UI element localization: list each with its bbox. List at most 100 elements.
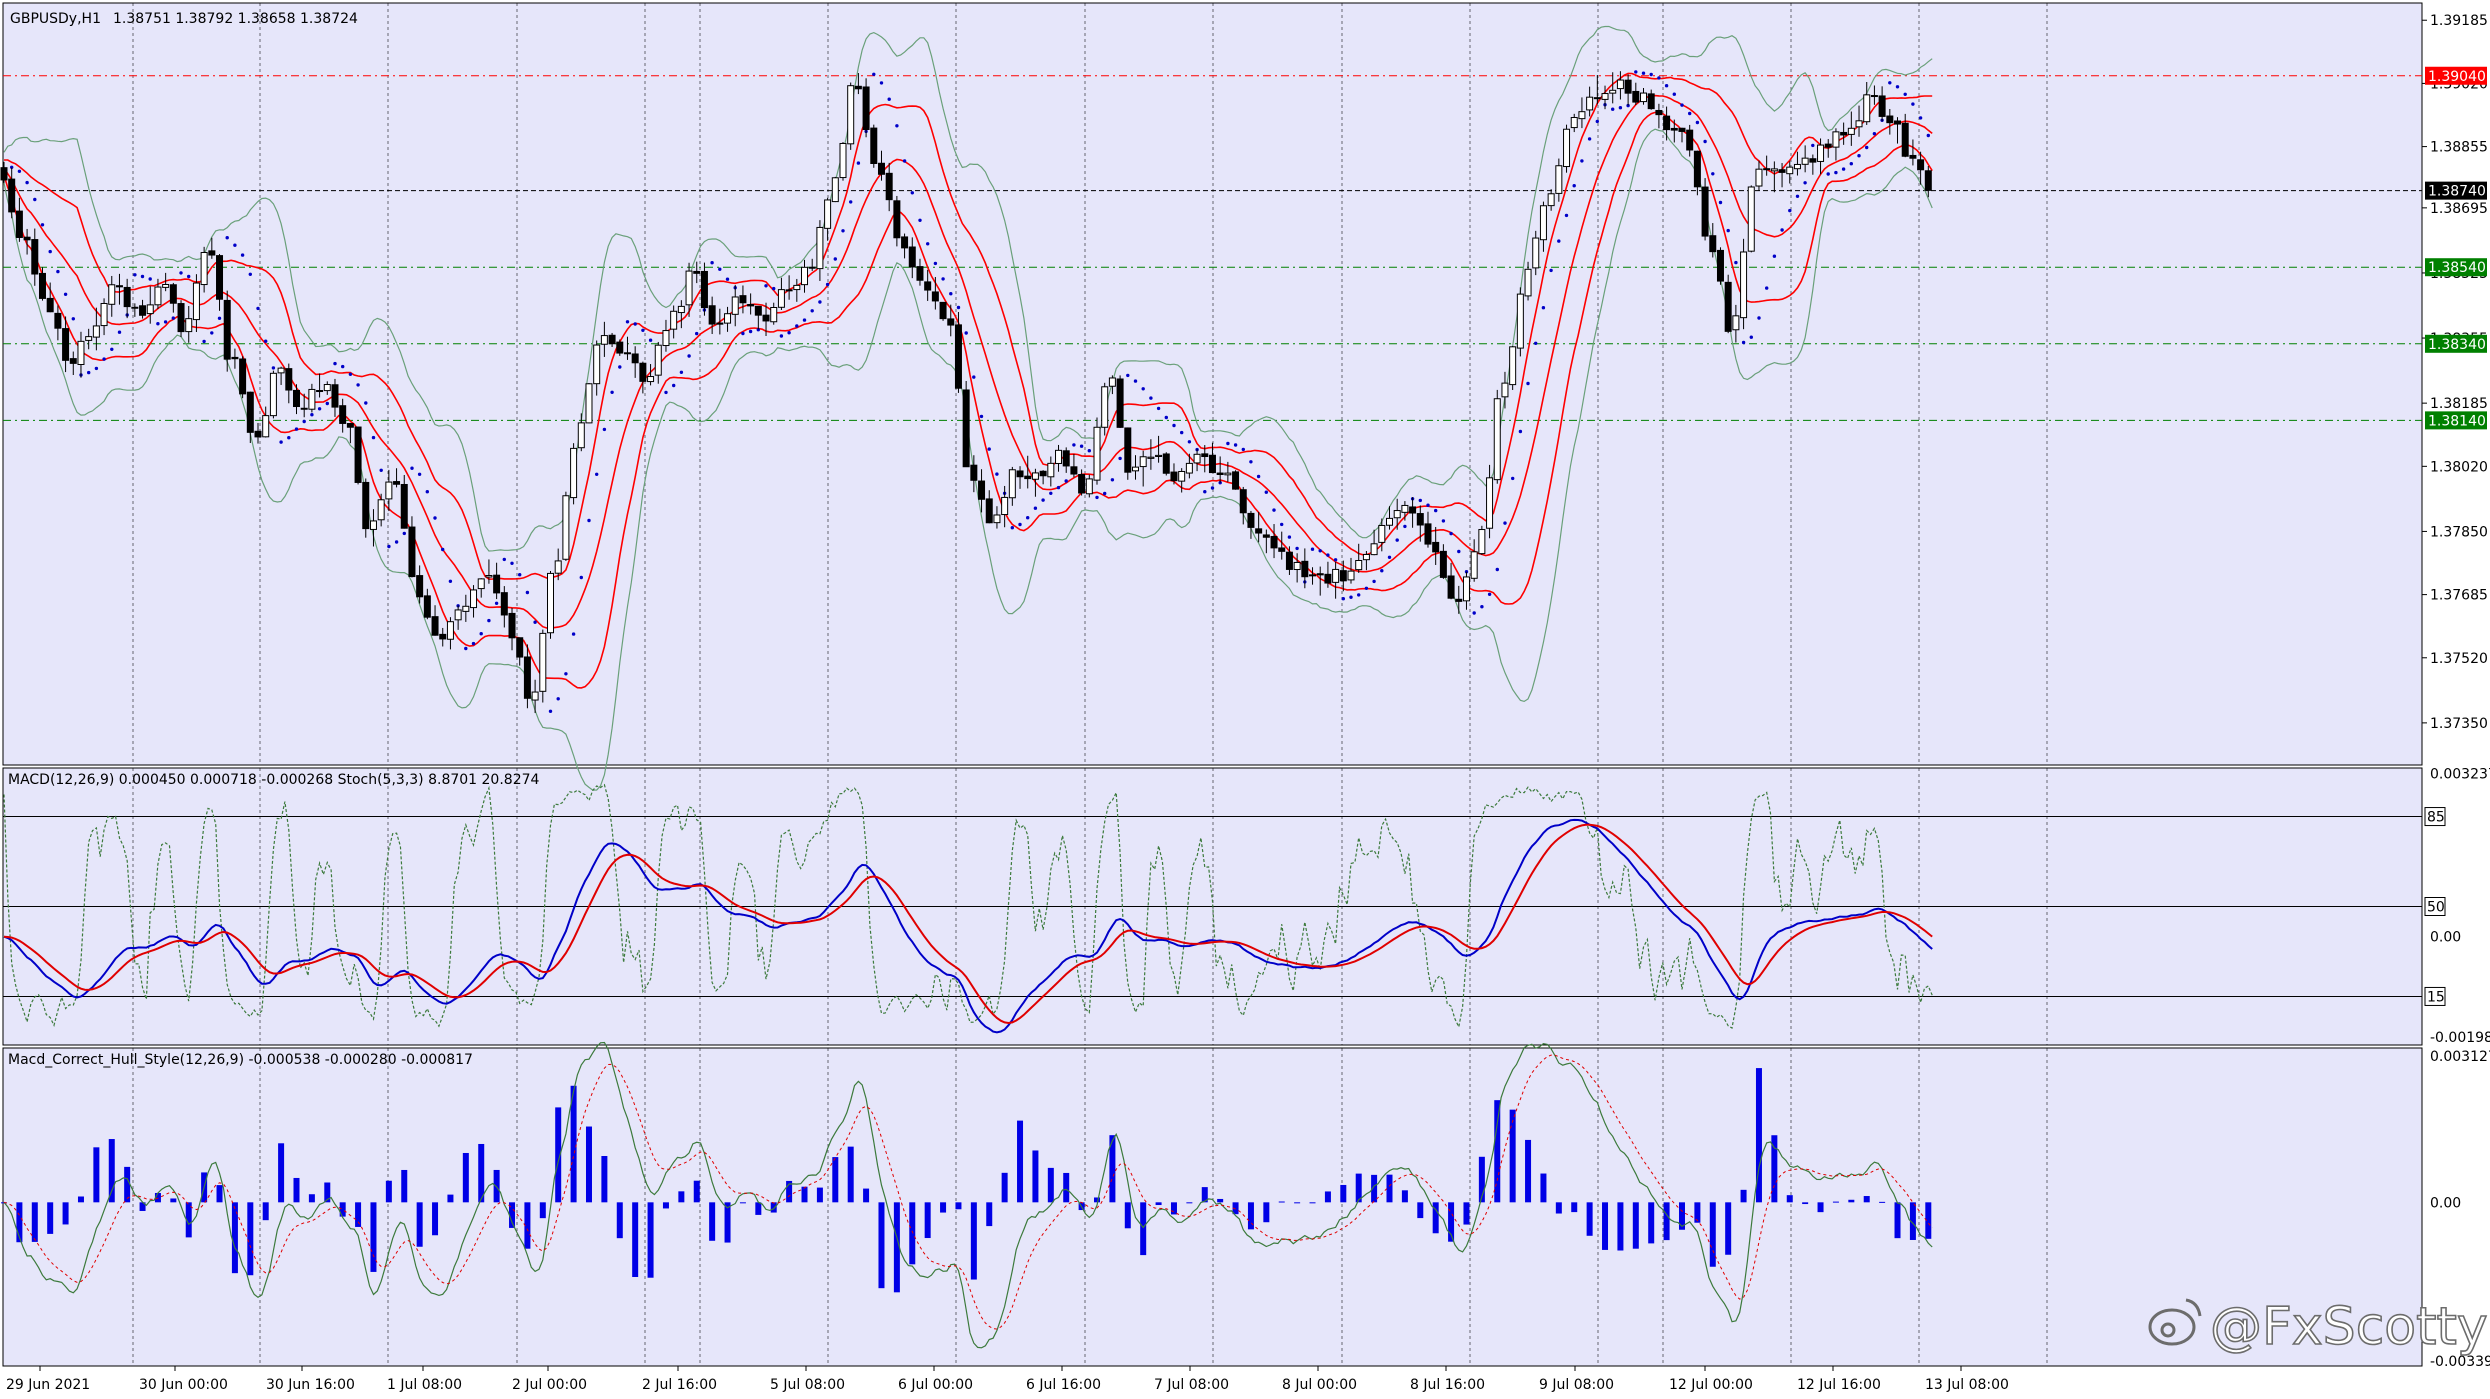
- sar-dot: [1872, 132, 1877, 136]
- hull-tick-label: 0.00: [2430, 1195, 2461, 1211]
- sar-dot: [1033, 506, 1038, 510]
- candle-body: [1786, 166, 1794, 175]
- sar-dot: [1611, 107, 1615, 111]
- sar-dot: [625, 320, 630, 324]
- hull-hist-bar: [1617, 1202, 1624, 1251]
- candle-body: [1570, 117, 1578, 129]
- candle-body: [423, 595, 431, 618]
- candle-body: [1878, 95, 1886, 117]
- sar-dot: [410, 466, 414, 470]
- sar-dot: [71, 317, 76, 321]
- sar-dot: [1587, 137, 1592, 141]
- sar-dot: [310, 413, 314, 417]
- price-tick-label: 1.37850: [2430, 524, 2488, 540]
- candle-body: [593, 344, 601, 385]
- candle-body: [539, 632, 547, 692]
- candle-body: [693, 270, 701, 274]
- sar-dot: [1903, 92, 1907, 97]
- candle: [269, 370, 277, 419]
- sar-dot: [687, 354, 691, 358]
- candle-body: [1178, 470, 1186, 482]
- sar-dot: [679, 370, 684, 374]
- candle-body: [323, 384, 331, 392]
- candle: [962, 380, 970, 468]
- level-tag-label: 1.39040: [2428, 69, 2486, 85]
- hull-hist-bar: [1417, 1202, 1424, 1219]
- candle: [870, 124, 878, 168]
- sar-dot: [1634, 70, 1638, 74]
- candle-body: [808, 266, 816, 269]
- sar-dot: [856, 161, 861, 165]
- sar-dot: [1480, 605, 1484, 609]
- candle-body: [1716, 249, 1724, 282]
- sar-dot: [1865, 145, 1869, 150]
- candle-body: [1670, 127, 1678, 131]
- sar-dot: [595, 472, 599, 476]
- candle-body: [1886, 115, 1894, 124]
- candle-body: [177, 303, 185, 333]
- hull-hist-bar: [462, 1152, 469, 1203]
- candle-body: [577, 422, 585, 449]
- sar-dot: [1118, 456, 1122, 461]
- price-tick-label: 1.39185: [2430, 13, 2488, 29]
- sar-dot: [525, 590, 530, 595]
- candle-body: [1809, 158, 1817, 163]
- candle-body: [924, 281, 932, 291]
- candle: [1478, 525, 1486, 555]
- candle: [585, 383, 593, 424]
- sar-dot: [333, 361, 337, 366]
- sar-dot: [1241, 447, 1246, 452]
- candle-body: [585, 383, 593, 424]
- candle-body: [1324, 573, 1332, 584]
- sar-dot: [926, 242, 930, 246]
- candle-body: [1909, 154, 1917, 159]
- hull-hist-bar: [678, 1191, 685, 1203]
- sar-dot: [748, 329, 753, 334]
- candle: [1740, 238, 1748, 330]
- hull-panel-label: Macd_Correct_Hull_Style(12,26,9) -0.0005…: [8, 1052, 473, 1068]
- sar-dot: [94, 366, 99, 371]
- candle-body: [346, 423, 354, 428]
- sar-dot: [110, 347, 114, 351]
- hull-hist-bar: [847, 1146, 854, 1203]
- level-tag-label: 1.38740: [2428, 184, 2486, 200]
- candle-body: [1817, 144, 1825, 162]
- candle-body: [724, 313, 732, 324]
- sar-dot: [1664, 84, 1669, 88]
- candle: [1563, 124, 1571, 173]
- candle: [862, 78, 870, 138]
- sar-dot: [1172, 423, 1176, 428]
- candle-body: [1470, 551, 1478, 579]
- candle-body: [1116, 378, 1124, 428]
- symbol-label: GBPUSDy,H1 1.38751 1.38792 1.38658 1.3872…: [10, 11, 358, 27]
- candle-body: [1678, 127, 1686, 132]
- sar-dot: [1826, 172, 1830, 176]
- candle-body: [754, 305, 762, 316]
- sar-dot: [610, 390, 614, 394]
- sar-dot: [1295, 546, 1299, 551]
- sar-dot: [1780, 228, 1784, 232]
- sar-dot: [1395, 538, 1399, 542]
- sar-dot: [210, 331, 214, 335]
- hull-hist-bar: [1817, 1202, 1824, 1213]
- candle-body: [1378, 524, 1386, 543]
- hull-hist-bar: [585, 1126, 592, 1203]
- candle-body: [1316, 573, 1324, 576]
- candle-body: [400, 483, 408, 529]
- hull-hist-bar: [832, 1157, 839, 1203]
- candle-body: [1663, 115, 1671, 131]
- macd-tick-label: 0.00: [2430, 930, 2461, 946]
- hull-hist-bar: [909, 1202, 916, 1265]
- candle-body: [770, 307, 778, 323]
- candle-body: [77, 340, 85, 365]
- sar-dot: [233, 243, 237, 247]
- stoch-level-tag-label: 15: [2427, 989, 2445, 1005]
- sar-dot: [379, 468, 383, 472]
- candle-body: [1185, 462, 1193, 474]
- candle-body: [700, 270, 708, 309]
- hull-hist-bar: [447, 1194, 454, 1203]
- candle: [839, 142, 847, 181]
- candle-body: [92, 325, 100, 338]
- candle-body: [685, 270, 693, 306]
- hull-hist-bar: [770, 1202, 777, 1213]
